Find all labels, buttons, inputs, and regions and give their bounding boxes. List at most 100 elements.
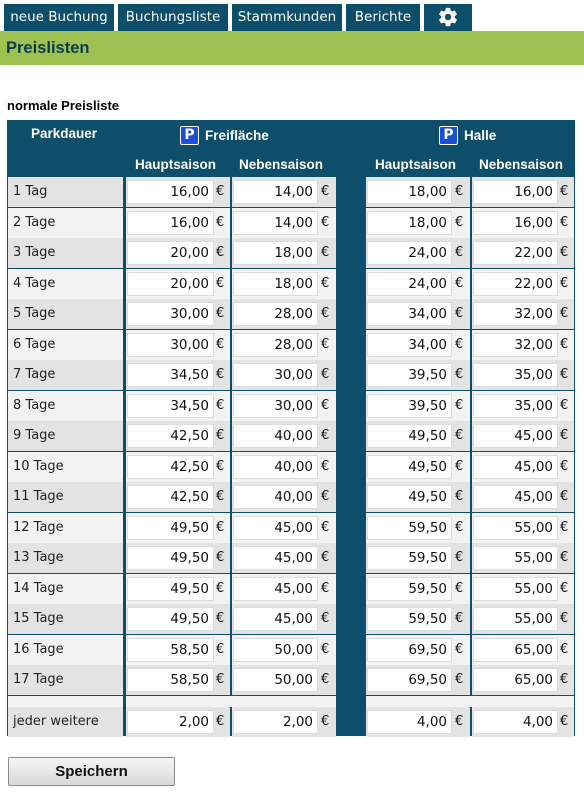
price-input[interactable]: 2,00	[233, 710, 318, 734]
price-input[interactable]: 28,00	[233, 302, 318, 326]
season-header: Nebensaison	[239, 157, 324, 172]
price-input[interactable]: 69,50	[367, 668, 452, 692]
tab-buchungsliste[interactable]: Buchungsliste	[118, 4, 228, 31]
price-input[interactable]: 58,50	[127, 668, 214, 692]
price-input[interactable]: 34,50	[127, 363, 214, 387]
price-input[interactable]: 49,50	[367, 455, 452, 479]
price-input[interactable]: 55,00	[473, 577, 558, 601]
currency-label: €	[321, 398, 330, 413]
price-input[interactable]: 4,00	[473, 710, 558, 734]
price-input[interactable]: 59,50	[367, 546, 452, 570]
price-input[interactable]: 69,50	[367, 638, 452, 662]
price-input[interactable]: 39,50	[367, 363, 452, 387]
price-input[interactable]: 42,50	[127, 485, 214, 509]
price-input[interactable]: 58,50	[127, 638, 214, 662]
price-input[interactable]: 42,50	[127, 424, 214, 448]
row-label: 17 Tage	[8, 665, 123, 695]
price-input[interactable]: 40,00	[233, 485, 318, 509]
currency-label: €	[216, 337, 225, 352]
price-input[interactable]: 45,00	[233, 516, 318, 540]
price-input[interactable]: 40,00	[233, 455, 318, 479]
price-input[interactable]: 42,50	[127, 455, 214, 479]
price-input[interactable]: 50,00	[233, 638, 318, 662]
price-input[interactable]: 55,00	[473, 516, 558, 540]
price-input[interactable]: 30,00	[233, 394, 318, 418]
price-input[interactable]: 59,50	[367, 516, 452, 540]
price-input[interactable]: 24,00	[367, 241, 452, 265]
price-input[interactable]: 16,00	[473, 211, 558, 235]
price-input[interactable]: 30,00	[233, 363, 318, 387]
price-input[interactable]: 45,00	[473, 455, 558, 479]
price-input[interactable]: 22,00	[473, 272, 558, 296]
price-input[interactable]: 32,00	[473, 333, 558, 357]
price-input[interactable]: 16,00	[127, 180, 214, 204]
price-input[interactable]: 35,00	[473, 394, 558, 418]
price-input[interactable]: 59,50	[367, 577, 452, 601]
price-input[interactable]: 18,00	[367, 211, 452, 235]
price-input[interactable]: 18,00	[367, 180, 452, 204]
price-input[interactable]: 14,00	[233, 211, 318, 235]
price-input[interactable]: 30,00	[127, 302, 214, 326]
currency-label: €	[455, 367, 464, 382]
tab-stammkunden[interactable]: Stammkunden	[232, 4, 342, 31]
price-input[interactable]: 2,00	[127, 710, 214, 734]
row-label: 10 Tage	[8, 452, 123, 482]
price-input[interactable]: 45,00	[233, 546, 318, 570]
table-row: 1 Tag 16,00 €14,00 €18,00 €16,00 €	[8, 177, 574, 207]
price-input[interactable]: 59,50	[367, 607, 452, 631]
table-row: 9 Tage 42,50 €40,00 €49,50 €45,00 €	[8, 421, 574, 451]
tab-neue-buchung[interactable]: neue Buchung	[4, 4, 114, 31]
table-row: 13 Tage 49,50 €45,00 €59,50 €55,00 €	[8, 543, 574, 573]
price-input[interactable]: 35,00	[473, 363, 558, 387]
price-input[interactable]: 49,50	[127, 516, 214, 540]
price-input[interactable]: 30,00	[127, 333, 214, 357]
parking-icon: P	[439, 126, 458, 145]
tab-berichte[interactable]: Berichte	[346, 4, 420, 31]
price-input[interactable]: 49,50	[367, 424, 452, 448]
price-input[interactable]: 45,00	[473, 485, 558, 509]
currency-label: €	[216, 581, 225, 596]
price-input[interactable]: 55,00	[473, 607, 558, 631]
price-input[interactable]: 20,00	[127, 272, 214, 296]
price-input[interactable]: 18,00	[233, 241, 318, 265]
price-input[interactable]: 22,00	[473, 241, 558, 265]
currency-label: €	[216, 276, 225, 291]
price-input[interactable]: 34,00	[367, 302, 452, 326]
price-input[interactable]: 24,00	[367, 272, 452, 296]
price-input[interactable]: 16,00	[473, 180, 558, 204]
row-label: 16 Tage	[8, 635, 123, 665]
row-label: 15 Tage	[8, 604, 123, 634]
price-input[interactable]: 45,00	[473, 424, 558, 448]
price-input[interactable]: 55,00	[473, 546, 558, 570]
price-input[interactable]: 40,00	[233, 424, 318, 448]
price-input[interactable]: 32,00	[473, 302, 558, 326]
season-header: Hauptsaison	[375, 157, 457, 172]
price-input[interactable]: 20,00	[127, 241, 214, 265]
price-input[interactable]: 65,00	[473, 638, 558, 662]
save-button[interactable]: Speichern	[8, 757, 175, 786]
price-input[interactable]: 14,00	[233, 180, 318, 204]
price-input[interactable]: 65,00	[473, 668, 558, 692]
price-input[interactable]: 45,00	[233, 577, 318, 601]
price-input[interactable]: 49,50	[127, 607, 214, 631]
currency-label: €	[455, 672, 464, 687]
price-input[interactable]: 16,00	[127, 211, 214, 235]
currency-label: €	[216, 428, 225, 443]
price-input[interactable]: 49,50	[367, 485, 452, 509]
currency-label: €	[321, 611, 330, 626]
price-input[interactable]: 50,00	[233, 668, 318, 692]
price-input[interactable]: 34,00	[367, 333, 452, 357]
table-row: 8 Tage 34,50 €30,00 €39,50 €35,00 €	[8, 391, 574, 421]
price-input[interactable]: 39,50	[367, 394, 452, 418]
price-input[interactable]: 18,00	[233, 272, 318, 296]
currency-label: €	[455, 245, 464, 260]
price-input[interactable]: 49,50	[127, 577, 214, 601]
price-input[interactable]: 45,00	[233, 607, 318, 631]
price-input[interactable]: 49,50	[127, 546, 214, 570]
currency-label: €	[560, 489, 569, 504]
settings-button[interactable]	[424, 4, 472, 31]
price-input[interactable]: 34,50	[127, 394, 214, 418]
price-input[interactable]: 4,00	[367, 710, 452, 734]
price-input[interactable]: 28,00	[233, 333, 318, 357]
currency-label: €	[455, 550, 464, 565]
